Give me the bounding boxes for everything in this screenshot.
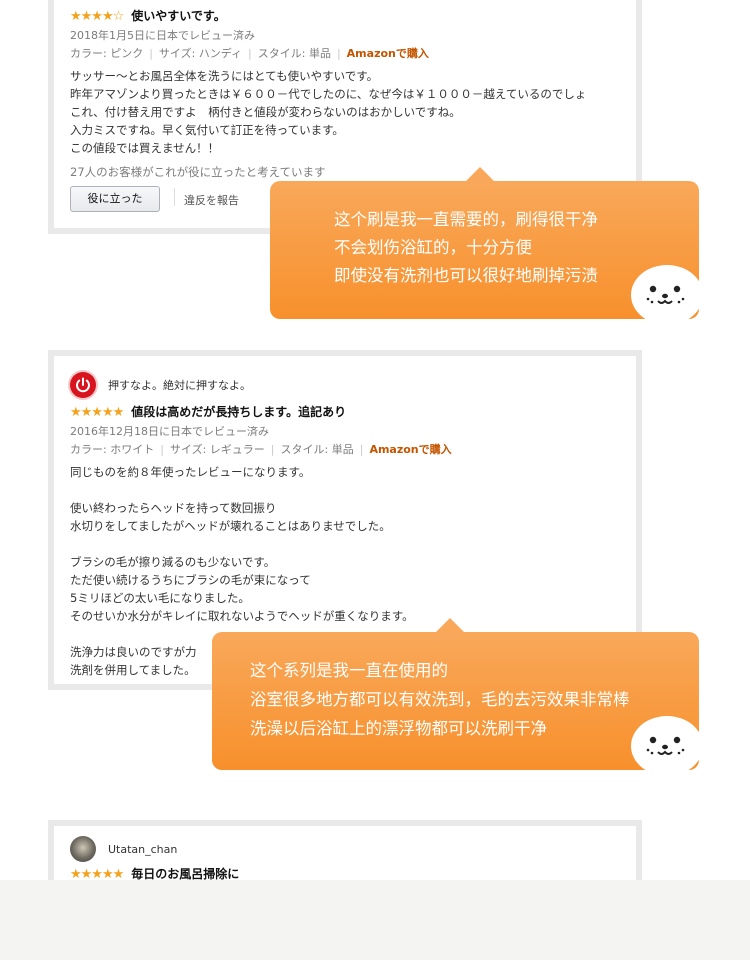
review-body-line: 洗浄力は良いのですが力 <box>70 645 197 659</box>
helpful-button[interactable]: 役に立った <box>70 186 160 212</box>
bubble-line: 即使没有洗剂也可以很好地刷掉污渍 <box>334 266 598 285</box>
reviewer-name[interactable]: 押すなよ。絶対に押すなよ。 <box>108 378 251 394</box>
helpful-count: 27人のお客様がこれが役に立ったと考えています <box>70 165 326 179</box>
bubble-line: 这个系列是我一直在使用的 <box>250 661 448 680</box>
review-body-line: サッサー～とお風呂全体を洗うにはとても使いやすいです。 <box>70 69 379 83</box>
review-header: ★★★★★ 値段は高めだが長持ちします。追記あり <box>70 404 346 421</box>
bubble-line: 洗澡以后浴缸上的漂浮物都可以洗刷干净 <box>250 719 547 738</box>
verified-purchase-badge: Amazonで購入 <box>369 443 452 456</box>
review-body-line: この値段では買えません！！ <box>70 141 220 155</box>
review-body-line: 水切りをしてましたがヘッドが壊れることはありませでした。 <box>70 519 391 533</box>
review-title[interactable]: 使いやすいです。 <box>131 9 225 23</box>
bubble-line: 这个刷是我一直需要的，刷得很干净 <box>334 210 598 229</box>
variant-info: カラー: ピンク | サイズ: ハンディ | スタイル: 単品 | Amazonで購入 <box>70 47 429 60</box>
bubble-tail <box>436 618 464 632</box>
verified-purchase-badge: Amazonで購入 <box>346 47 429 60</box>
variant-info: カラー: ホワイト | サイズ: レギュラー | スタイル: 単品 | Amazonで購入 <box>70 443 452 456</box>
review-body-line: そのせいか水分がキレイに取れないようでヘッドが重くなります。 <box>70 609 414 623</box>
review-date: 2018年1月5日に日本でレビュー済み <box>70 29 255 42</box>
seal-mascot-icon <box>631 716 703 772</box>
review-body-line: 5ミリほどの太い毛になりました。 <box>70 591 250 605</box>
variant-style: スタイル: 単品 <box>257 47 331 60</box>
avatar <box>70 372 96 398</box>
review-header: ★★★★☆ 使いやすいです。 <box>70 8 226 25</box>
bubble-line: 浴室很多地方都可以有效洗到，毛的去污效果非常棒 <box>250 690 630 709</box>
variant-size: サイズ: ハンディ <box>158 47 243 60</box>
review-body-line: ブラシの毛が擦り減るのも少ないです。 <box>70 555 276 569</box>
variant-style: スタイル: 単品 <box>280 443 354 456</box>
review-body-line: 同じものを約８年使ったレビューになります。 <box>70 465 311 479</box>
rating-stars: ★★★★☆ <box>70 9 124 24</box>
variant-color: カラー: ホワイト <box>70 443 155 456</box>
variant-color: カラー: ピンク <box>70 47 144 60</box>
annotation-bubble-2: 这个系列是我一直在使用的 浴室很多地方都可以有效洗到，毛的去污效果非常棒 洗澡以… <box>212 618 703 772</box>
report-abuse-link[interactable]: 違反を報告 <box>184 192 239 208</box>
review-body-line: 入力ミスですね。早く気付いて訂正を待っています。 <box>70 123 344 137</box>
rating-stars: ★★★★★ <box>70 405 124 420</box>
reviewer-name[interactable]: Utatan_chan <box>108 842 177 858</box>
bubble-line: 不会划伤浴缸的，十分方便 <box>334 238 532 257</box>
avatar <box>70 836 96 862</box>
review-body-line: これ、付け替え用ですよ 柄付きと値段が変わらないのはおかしいですね。 <box>70 105 461 119</box>
review-date: 2016年12月18日に日本でレビュー済み <box>70 425 269 438</box>
review-title[interactable]: 毎日のお風呂掃除に <box>131 867 239 881</box>
variant-size: サイズ: レギュラー <box>169 443 265 456</box>
power-icon <box>76 377 90 393</box>
review-title[interactable]: 値段は高めだが長持ちします。追記あり <box>131 405 346 419</box>
review-body-line: 洗剤を併用してました。 <box>70 663 196 677</box>
divider <box>174 188 175 206</box>
bubble-tail <box>466 167 494 181</box>
review-body-line: 使い終わったらヘッドを持って数回振り <box>70 501 277 515</box>
page-bottom-background <box>0 880 750 960</box>
review-body-line: 昨年アマゾンより買ったときは￥６００－代でしたのに、なぜ今は￥１０００－越えてい… <box>70 87 587 101</box>
annotation-bubble-1: 这个刷是我一直需要的，刷得很干净 不会划伤浴缸的，十分方便 即使没有洗剂也可以很… <box>270 167 703 321</box>
seal-mascot-icon <box>631 265 703 321</box>
review-body-line: ただ使い続けるうちにブラシの毛が束になって <box>70 573 311 587</box>
